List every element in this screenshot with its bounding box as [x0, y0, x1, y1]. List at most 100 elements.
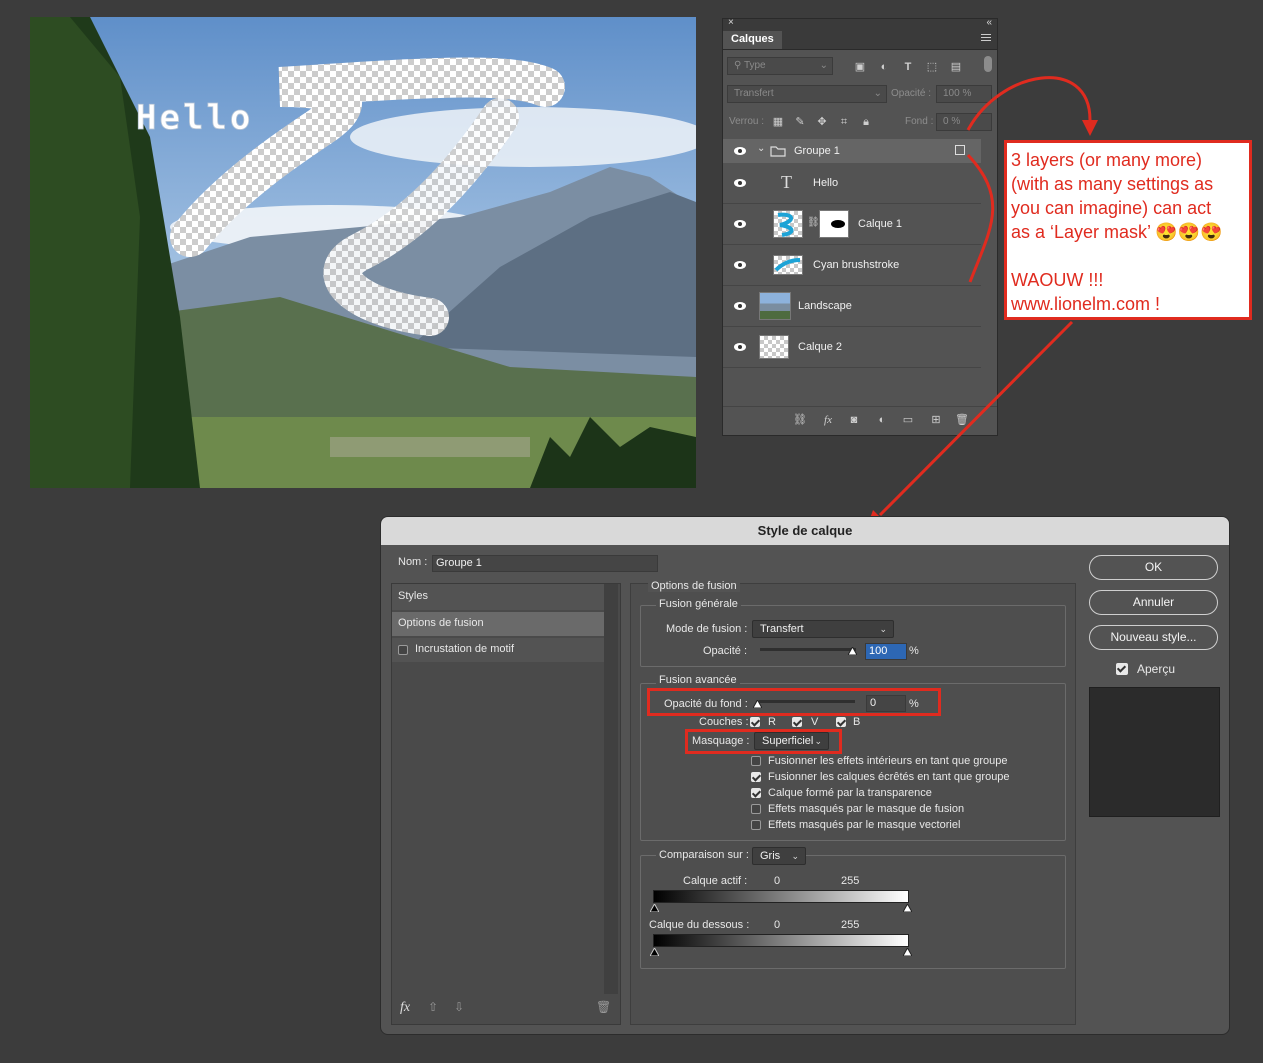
layer-row-landscape[interactable]: Landscape	[723, 286, 981, 327]
option-checkbox-4[interactable]	[751, 820, 761, 830]
filter-toggle[interactable]	[984, 56, 992, 72]
layer-row-calque-2[interactable]: Calque 2	[723, 327, 981, 368]
opacity-label: Opacité :	[703, 645, 748, 657]
chevron-down-icon: ⌄	[873, 88, 882, 99]
adjustment-filter-icon[interactable]: ◐	[877, 60, 891, 74]
layer-fill-field[interactable]: 0 %	[936, 113, 992, 131]
lock-transparency-icon[interactable]: ▦	[771, 115, 785, 129]
layer-opacity-field[interactable]: 100 %	[936, 85, 992, 103]
fill-label: Fond :	[905, 116, 934, 127]
link-layers-icon[interactable]: ⛓	[793, 413, 807, 427]
type-filter-icon[interactable]: T	[901, 60, 915, 74]
style-item-pattern-overlay[interactable]: Incrustation de motif	[392, 638, 604, 662]
preview-checkbox[interactable]	[1116, 663, 1128, 675]
image-filter-icon[interactable]: ▣	[853, 60, 867, 74]
blend-if-group	[640, 855, 1066, 969]
ok-button[interactable]: OK	[1089, 555, 1218, 580]
blend-if-value: Gris	[760, 850, 781, 862]
layer-filter-select[interactable]: ⚲ Type ⌄	[727, 57, 833, 75]
layer-thumbnail	[773, 210, 803, 238]
expand-chevron-icon[interactable]: ⌄	[757, 143, 765, 154]
move-up-icon[interactable]: ⇧	[428, 1000, 438, 1014]
layer-row-cyan-brushstroke[interactable]: Cyan brushstroke	[723, 245, 981, 286]
underlying-layer-gradient	[653, 934, 909, 947]
smart-object-filter-icon[interactable]: ▤	[949, 60, 963, 74]
lock-all-icon[interactable]: 🔒︎	[859, 115, 873, 129]
blending-options-icon[interactable]	[955, 145, 965, 155]
adjustment-layer-icon[interactable]: ◐	[875, 413, 889, 427]
visibility-eye-icon[interactable]	[733, 301, 747, 311]
section-title: Options de fusion	[648, 580, 740, 592]
layer-row-hello[interactable]: T Hello	[723, 163, 981, 204]
this-layer-black-handle[interactable]	[650, 904, 659, 912]
collapse-panel-icon[interactable]: «	[986, 17, 992, 28]
lock-pixels-icon[interactable]: ✎	[793, 115, 807, 129]
tab-layers[interactable]: Calques	[723, 31, 782, 49]
style-item-blending-options[interactable]: Options de fusion	[392, 612, 604, 636]
layer-name-value: Groupe 1	[436, 557, 482, 569]
visibility-eye-icon[interactable]	[733, 342, 747, 352]
fill-value: 0 %	[943, 116, 961, 127]
advanced-blending-title: Fusion avancée	[656, 674, 740, 686]
lock-position-icon[interactable]: ✥	[815, 115, 829, 129]
visibility-eye-icon[interactable]	[733, 219, 747, 229]
blend-if-select[interactable]: Gris ⌄	[752, 847, 806, 865]
annotation-line: www.lionelm.com !	[1011, 294, 1161, 314]
channels-label: Couches :	[699, 716, 749, 728]
channel-r-checkbox[interactable]	[750, 717, 760, 727]
blend-mode-select[interactable]: Transfert ⌄	[752, 620, 894, 638]
mask-link-icon[interactable]: ⛓	[807, 217, 820, 228]
panel-menu-icon[interactable]	[981, 34, 991, 43]
close-panel-icon[interactable]: ×	[728, 17, 734, 28]
add-mask-icon[interactable]: ◙	[847, 413, 861, 427]
new-group-icon[interactable]: ▭	[901, 413, 915, 427]
opacity-field[interactable]: 100	[865, 643, 907, 660]
layers-panel-toolbar: ⛓ fx ◙ ◐ ▭ ⊞ 🗑︎	[723, 406, 997, 435]
opacity-slider-handle[interactable]	[848, 647, 857, 655]
layer-row-calque-1[interactable]: ⛓ Calque 1	[723, 204, 981, 245]
option-checkbox-0[interactable]	[751, 756, 761, 766]
new-layer-icon[interactable]: ⊞	[929, 413, 943, 427]
trash-icon[interactable]: 🗑︎	[955, 413, 969, 427]
visibility-eye-icon[interactable]	[733, 178, 747, 188]
style-item-label: Incrustation de motif	[415, 643, 515, 655]
channel-v-label: V	[811, 716, 819, 728]
layers-panel: × « Calques ⚲ Type ⌄ ▣ ◐ T ⬚ ▤ Transfert…	[722, 17, 998, 436]
layer-thumbnail	[759, 335, 789, 359]
opacity-slider-track[interactable]	[760, 648, 856, 651]
option-checkbox-2[interactable]	[751, 788, 761, 798]
styles-scrollbar[interactable]	[604, 584, 618, 994]
channel-r-label: R	[768, 716, 776, 728]
fx-icon[interactable]: fx	[821, 413, 835, 427]
style-item-label: Options de fusion	[398, 617, 484, 629]
layer-name-field[interactable]: Groupe 1	[432, 555, 658, 572]
annotation-line: (with as many settings as	[1011, 174, 1214, 194]
layer-mask-thumbnail[interactable]	[819, 210, 849, 238]
styles-header[interactable]: Styles	[392, 584, 604, 610]
layer-blend-mode-select[interactable]: Transfert ⌄	[727, 85, 887, 103]
this-layer-white-handle[interactable]	[903, 904, 912, 912]
visibility-eye-icon[interactable]	[733, 146, 747, 156]
layer-row-groupe-1[interactable]: ⌄ Groupe 1	[723, 139, 981, 164]
option-checkbox-3[interactable]	[751, 804, 761, 814]
layer-style-dialog: Style de calque Nom : Groupe 1 Styles Op…	[380, 516, 1230, 1035]
move-down-icon[interactable]: ⇩	[454, 1000, 464, 1014]
underlying-white-handle[interactable]	[903, 948, 912, 956]
new-style-button[interactable]: Nouveau style...	[1089, 625, 1218, 650]
fx-icon[interactable]: fx	[400, 1000, 410, 1016]
channel-b-checkbox[interactable]	[836, 717, 846, 727]
option-checkbox-1[interactable]	[751, 772, 761, 782]
blend-mode-label: Mode de fusion :	[666, 623, 748, 635]
shape-filter-icon[interactable]: ⬚	[925, 60, 939, 74]
document-canvas[interactable]: Hello	[30, 17, 696, 488]
underlying-layer-max: 255	[841, 919, 860, 931]
trash-icon[interactable]: 🗑︎	[596, 1000, 611, 1014]
underlying-black-handle[interactable]	[650, 948, 659, 956]
panel-topbar: × «	[723, 17, 997, 31]
lock-artboard-icon[interactable]: ⌗	[837, 115, 851, 129]
pattern-overlay-checkbox[interactable]	[398, 645, 408, 655]
cancel-button[interactable]: Annuler	[1089, 590, 1218, 615]
visibility-eye-icon[interactable]	[733, 260, 747, 270]
channel-v-checkbox[interactable]	[792, 717, 802, 727]
panel-tabbar: Calques	[723, 31, 997, 50]
